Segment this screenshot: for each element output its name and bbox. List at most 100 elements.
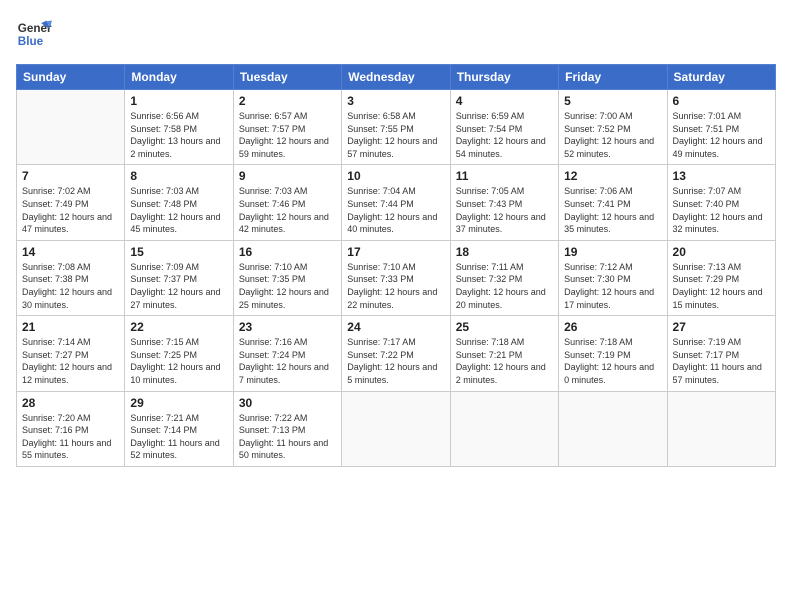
day-number: 9 <box>239 169 336 183</box>
calendar-day-cell <box>17 90 125 165</box>
day-number: 26 <box>564 320 661 334</box>
calendar-day-cell: 25 Sunrise: 7:18 AMSunset: 7:21 PMDayligh… <box>450 316 558 391</box>
day-info: Sunrise: 7:12 AMSunset: 7:30 PMDaylight:… <box>564 261 661 311</box>
day-number: 19 <box>564 245 661 259</box>
day-number: 4 <box>456 94 553 108</box>
calendar-day-cell: 6 Sunrise: 7:01 AMSunset: 7:51 PMDaylight… <box>667 90 775 165</box>
day-info: Sunrise: 7:04 AMSunset: 7:44 PMDaylight:… <box>347 185 444 235</box>
calendar-week-row: 28 Sunrise: 7:20 AMSunset: 7:16 PMDayligh… <box>17 391 776 466</box>
day-info: Sunrise: 7:05 AMSunset: 7:43 PMDaylight:… <box>456 185 553 235</box>
calendar-day-cell: 23 Sunrise: 7:16 AMSunset: 7:24 PMDayligh… <box>233 316 341 391</box>
day-info: Sunrise: 7:10 AMSunset: 7:35 PMDaylight:… <box>239 261 336 311</box>
calendar-day-cell: 18 Sunrise: 7:11 AMSunset: 7:32 PMDayligh… <box>450 240 558 315</box>
calendar-week-row: 14 Sunrise: 7:08 AMSunset: 7:38 PMDayligh… <box>17 240 776 315</box>
calendar-day-cell: 9 Sunrise: 7:03 AMSunset: 7:46 PMDaylight… <box>233 165 341 240</box>
calendar-day-cell: 3Sunrise: 6:58 AMSunset: 7:55 PMDaylight… <box>342 90 450 165</box>
calendar-week-row: 1 Sunrise: 6:56 AMSunset: 7:58 PMDaylight… <box>17 90 776 165</box>
calendar-day-cell <box>667 391 775 466</box>
day-info: Sunrise: 7:08 AMSunset: 7:38 PMDaylight:… <box>22 261 119 311</box>
calendar-day-cell: 27 Sunrise: 7:19 AMSunset: 7:17 PMDayligh… <box>667 316 775 391</box>
logo: General Blue <box>16 16 52 52</box>
day-info: Sunrise: 7:09 AMSunset: 7:37 PMDaylight:… <box>130 261 227 311</box>
weekday-header-wednesday: Wednesday <box>342 65 450 90</box>
calendar-day-cell: 14 Sunrise: 7:08 AMSunset: 7:38 PMDayligh… <box>17 240 125 315</box>
calendar-day-cell: 26 Sunrise: 7:18 AMSunset: 7:19 PMDayligh… <box>559 316 667 391</box>
calendar-day-cell: 15 Sunrise: 7:09 AMSunset: 7:37 PMDayligh… <box>125 240 233 315</box>
day-number: 14 <box>22 245 119 259</box>
day-number: 5 <box>564 94 661 108</box>
day-number: 21 <box>22 320 119 334</box>
calendar-day-cell: 13Sunrise: 7:07 AMSunset: 7:40 PMDayligh… <box>667 165 775 240</box>
calendar-day-cell <box>559 391 667 466</box>
calendar-day-cell: 20 Sunrise: 7:13 AMSunset: 7:29 PMDayligh… <box>667 240 775 315</box>
calendar-day-cell: 30Sunrise: 7:22 AMSunset: 7:13 PMDayligh… <box>233 391 341 466</box>
day-info: Sunrise: 7:18 AMSunset: 7:19 PMDaylight:… <box>564 336 661 386</box>
calendar-day-cell: 10Sunrise: 7:04 AMSunset: 7:44 PMDayligh… <box>342 165 450 240</box>
day-info: Sunrise: 7:06 AMSunset: 7:41 PMDaylight:… <box>564 185 661 235</box>
weekday-header-monday: Monday <box>125 65 233 90</box>
day-info: Sunrise: 7:13 AMSunset: 7:29 PMDaylight:… <box>673 261 770 311</box>
day-info: Sunrise: 7:20 AMSunset: 7:16 PMDaylight:… <box>22 412 119 462</box>
day-number: 24 <box>347 320 444 334</box>
calendar-day-cell: 8 Sunrise: 7:03 AMSunset: 7:48 PMDaylight… <box>125 165 233 240</box>
day-number: 17 <box>347 245 444 259</box>
day-info: Sunrise: 7:01 AMSunset: 7:51 PMDaylight:… <box>673 110 770 160</box>
calendar-week-row: 7Sunrise: 7:02 AMSunset: 7:49 PMDaylight… <box>17 165 776 240</box>
day-info: Sunrise: 7:03 AMSunset: 7:48 PMDaylight:… <box>130 185 227 235</box>
day-info: Sunrise: 7:11 AMSunset: 7:32 PMDaylight:… <box>456 261 553 311</box>
day-number: 16 <box>239 245 336 259</box>
day-number: 15 <box>130 245 227 259</box>
day-info: Sunrise: 7:14 AMSunset: 7:27 PMDaylight:… <box>22 336 119 386</box>
day-info: Sunrise: 6:57 AMSunset: 7:57 PMDaylight:… <box>239 110 336 160</box>
day-info: Sunrise: 7:16 AMSunset: 7:24 PMDaylight:… <box>239 336 336 386</box>
day-number: 25 <box>456 320 553 334</box>
calendar-week-row: 21 Sunrise: 7:14 AMSunset: 7:27 PMDayligh… <box>17 316 776 391</box>
day-number: 13 <box>673 169 770 183</box>
calendar-day-cell: 12 Sunrise: 7:06 AMSunset: 7:41 PMDayligh… <box>559 165 667 240</box>
weekday-header-thursday: Thursday <box>450 65 558 90</box>
calendar-day-cell: 5 Sunrise: 7:00 AMSunset: 7:52 PMDaylight… <box>559 90 667 165</box>
day-info: Sunrise: 6:56 AMSunset: 7:58 PMDaylight:… <box>130 110 227 160</box>
calendar-day-cell: 11 Sunrise: 7:05 AMSunset: 7:43 PMDayligh… <box>450 165 558 240</box>
weekday-header-friday: Friday <box>559 65 667 90</box>
day-number: 27 <box>673 320 770 334</box>
calendar-day-cell: 21 Sunrise: 7:14 AMSunset: 7:27 PMDayligh… <box>17 316 125 391</box>
day-info: Sunrise: 7:02 AMSunset: 7:49 PMDaylight:… <box>22 185 119 235</box>
calendar-day-cell: 7Sunrise: 7:02 AMSunset: 7:49 PMDaylight… <box>17 165 125 240</box>
day-number: 3 <box>347 94 444 108</box>
calendar-day-cell: 2 Sunrise: 6:57 AMSunset: 7:57 PMDaylight… <box>233 90 341 165</box>
weekday-header-saturday: Saturday <box>667 65 775 90</box>
day-number: 1 <box>130 94 227 108</box>
day-info: Sunrise: 7:15 AMSunset: 7:25 PMDaylight:… <box>130 336 227 386</box>
calendar-day-cell: 16 Sunrise: 7:10 AMSunset: 7:35 PMDayligh… <box>233 240 341 315</box>
day-number: 23 <box>239 320 336 334</box>
page-header: General Blue <box>16 16 776 52</box>
logo-icon: General Blue <box>16 16 52 52</box>
day-number: 2 <box>239 94 336 108</box>
day-info: Sunrise: 7:19 AMSunset: 7:17 PMDaylight:… <box>673 336 770 386</box>
day-info: Sunrise: 7:21 AMSunset: 7:14 PMDaylight:… <box>130 412 227 462</box>
day-number: 12 <box>564 169 661 183</box>
calendar-day-cell: 17 Sunrise: 7:10 AMSunset: 7:33 PMDayligh… <box>342 240 450 315</box>
calendar-day-cell: 28 Sunrise: 7:20 AMSunset: 7:16 PMDayligh… <box>17 391 125 466</box>
day-info: Sunrise: 7:18 AMSunset: 7:21 PMDaylight:… <box>456 336 553 386</box>
day-info: Sunrise: 7:17 AMSunset: 7:22 PMDaylight:… <box>347 336 444 386</box>
day-info: Sunrise: 7:00 AMSunset: 7:52 PMDaylight:… <box>564 110 661 160</box>
day-number: 28 <box>22 396 119 410</box>
day-number: 20 <box>673 245 770 259</box>
calendar-day-cell <box>342 391 450 466</box>
day-info: Sunrise: 7:03 AMSunset: 7:46 PMDaylight:… <box>239 185 336 235</box>
day-number: 18 <box>456 245 553 259</box>
calendar-day-cell: 4 Sunrise: 6:59 AMSunset: 7:54 PMDaylight… <box>450 90 558 165</box>
day-number: 8 <box>130 169 227 183</box>
day-info: Sunrise: 6:59 AMSunset: 7:54 PMDaylight:… <box>456 110 553 160</box>
day-number: 11 <box>456 169 553 183</box>
weekday-header-tuesday: Tuesday <box>233 65 341 90</box>
day-number: 29 <box>130 396 227 410</box>
calendar-day-cell: 24 Sunrise: 7:17 AMSunset: 7:22 PMDayligh… <box>342 316 450 391</box>
day-number: 6 <box>673 94 770 108</box>
weekday-header-row: SundayMondayTuesdayWednesdayThursdayFrid… <box>17 65 776 90</box>
calendar-table: SundayMondayTuesdayWednesdayThursdayFrid… <box>16 64 776 467</box>
calendar-day-cell: 1 Sunrise: 6:56 AMSunset: 7:58 PMDaylight… <box>125 90 233 165</box>
day-info: Sunrise: 7:10 AMSunset: 7:33 PMDaylight:… <box>347 261 444 311</box>
